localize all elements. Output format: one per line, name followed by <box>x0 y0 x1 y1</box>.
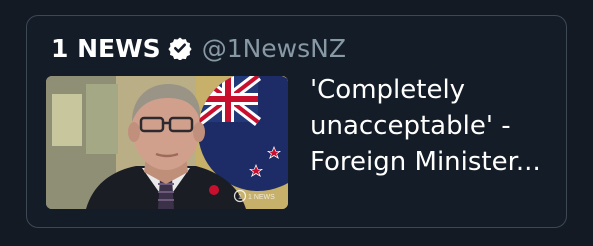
headline-line: Foreign Minister... <box>310 147 541 177</box>
headline-line: 'Completely <box>310 75 466 105</box>
news-thumbnail[interactable]: 1 1 NEWS <box>46 76 288 209</box>
thumbnail-watermark: 1 NEWS <box>248 194 275 201</box>
display-name[interactable]: 1 NEWS <box>51 34 161 63</box>
svg-text:1: 1 <box>238 194 242 201</box>
headline[interactable]: 'Completely unacceptable' - Foreign Mini… <box>310 72 560 180</box>
headline-line: unacceptable' - <box>310 111 511 141</box>
thumbnail-image: 1 1 NEWS <box>46 76 288 209</box>
verified-badge-icon <box>168 37 192 60</box>
tweet-header: 1 NEWS @1NewsNZ <box>51 30 346 66</box>
tweet-card[interactable]: 1 NEWS @1NewsNZ 1 1 NEWS 'Completely una… <box>26 15 567 228</box>
handle[interactable]: @1NewsNZ <box>202 34 346 63</box>
